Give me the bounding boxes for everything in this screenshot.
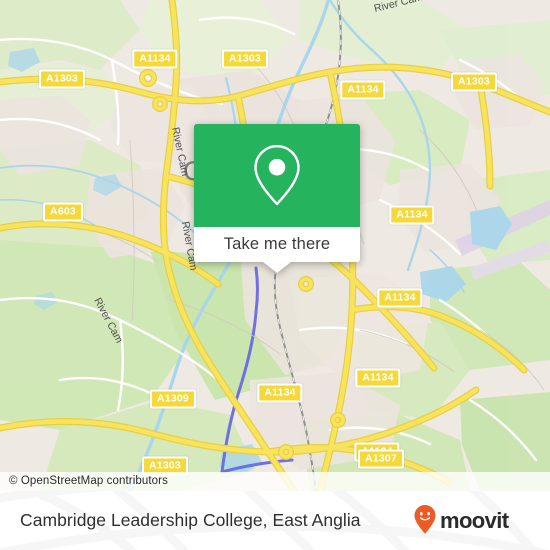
map-pin-icon <box>250 143 304 209</box>
road-shield: A1134 <box>377 288 423 308</box>
take-me-there-label: Take me there <box>223 235 331 253</box>
footer-bar: Cambridge Leadership College, East Angli… <box>0 491 550 550</box>
popup-tail <box>263 262 291 273</box>
road-shield: A1303 <box>39 69 85 89</box>
road-shield-label: A1309 <box>157 392 189 405</box>
popup-footer[interactable]: Take me there <box>194 227 360 273</box>
moovit-smiley-pin-icon: moovit <box>414 504 510 534</box>
road-shield: A1303 <box>451 72 497 92</box>
road-shield-label: A1303 <box>229 52 261 65</box>
moovit-logo[interactable]: moovit <box>414 504 532 538</box>
road-shield-label: A603 <box>50 205 76 218</box>
road-shield: A1134 <box>389 205 435 225</box>
place-name-label: Cambridge Leadership College, East Angli… <box>20 510 361 530</box>
road-shield-label: A1307 <box>365 452 397 465</box>
popup-header <box>194 124 360 227</box>
road-shield: A1309 <box>150 389 196 409</box>
road-shield-label: A1303 <box>149 459 181 472</box>
road-shield: A603 <box>43 202 83 222</box>
moovit-wordmark: moovit <box>440 508 510 533</box>
road-shield-label: A1134 <box>384 291 416 304</box>
road-shield-label: A1303 <box>46 72 78 85</box>
road-shield-label: A1134 <box>264 386 296 399</box>
moovit-map-page: C River Cam River Cam River Cam River Ca… <box>0 0 550 550</box>
road-shield-label: A1134 <box>362 371 394 384</box>
road-shield: A1134 <box>132 49 178 69</box>
road-shield: A1134 <box>257 383 303 403</box>
road-shield: A1134 <box>355 368 401 388</box>
take-me-there-popup[interactable]: Take me there <box>194 124 360 273</box>
map-attribution: © OpenStreetMap contributors <box>0 472 550 491</box>
road-shield: A1303 <box>222 49 268 69</box>
road-shield-label: A1134 <box>139 52 171 65</box>
road-shield: A1134 <box>340 80 386 100</box>
road-shield-label: A1134 <box>347 83 379 96</box>
road-shield: A1307 <box>358 449 404 469</box>
road-shield-label: A1134 <box>396 208 428 221</box>
road-shield-label: A1303 <box>458 75 490 88</box>
